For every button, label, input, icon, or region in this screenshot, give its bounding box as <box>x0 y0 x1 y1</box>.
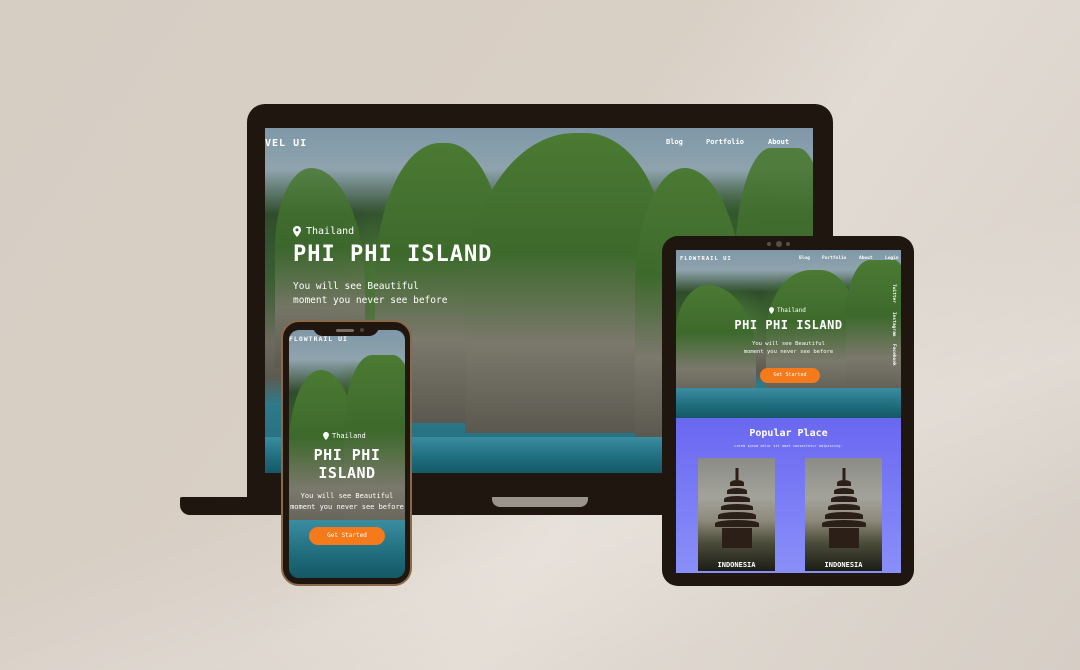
place-card[interactable]: INDONESIA <box>805 458 882 571</box>
hero-title: PHI PHI ISLAND <box>734 318 843 332</box>
pagoda-image <box>830 496 857 502</box>
map-pin-icon <box>293 226 301 237</box>
card-label: INDONESIA <box>824 561 863 569</box>
location-label: Thailand <box>777 307 806 314</box>
hero-subtitle-line1: You will see Beautiful <box>752 341 825 347</box>
pagoda-image <box>726 488 747 494</box>
hero-subtitle-line2: moment you never see before <box>743 349 834 355</box>
camera-icon <box>360 328 364 332</box>
pagoda-image <box>714 520 759 527</box>
pagoda-image <box>842 468 845 480</box>
nav-about[interactable]: About <box>859 256 873 261</box>
brand-logo[interactable]: VEL UI <box>265 138 307 149</box>
map-pin-icon <box>769 307 774 314</box>
tablet-hero: FLOWTRAIL UI Blog Portfolio About Login … <box>676 250 901 418</box>
pagoda-image <box>821 520 866 527</box>
pagoda-image <box>721 528 752 548</box>
nav-portfolio[interactable]: Portfolio <box>822 256 846 261</box>
pagoda-image <box>828 528 859 548</box>
brand-logo[interactable]: FLOWTRAIL UI <box>680 256 732 262</box>
location: Thailand <box>293 226 354 237</box>
card-label: INDONESIA <box>717 561 756 569</box>
hero-subtitle-line1: You will see Beautiful <box>300 492 394 500</box>
camera-icon <box>776 241 782 247</box>
hero-subtitle-line2: moment you never see before <box>290 503 404 511</box>
pagoda-image <box>836 480 851 486</box>
section-title: Popular Place <box>749 428 828 439</box>
social-twitter[interactable]: Twitter <box>891 284 896 303</box>
pagoda-image <box>729 480 744 486</box>
laptop-notch <box>492 497 588 507</box>
speaker-icon <box>336 329 354 332</box>
nav-about[interactable]: About <box>768 138 789 146</box>
nav-login[interactable]: Login <box>885 256 899 261</box>
nav-portfolio[interactable]: Portfolio <box>706 138 744 146</box>
pagoda-image <box>723 496 750 502</box>
pagoda-image <box>735 468 738 480</box>
popular-section: Popular Place Lorem ipsum dolor sit amet… <box>676 418 901 573</box>
brand-logo[interactable]: FLOWTRAIL UI <box>289 335 348 343</box>
map-pin-icon <box>323 432 329 440</box>
hero-title-line1: PHI PHI <box>313 446 381 464</box>
get-started-button[interactable]: Get Started <box>309 527 385 545</box>
phone-screen: FLOWTRAIL UI Thailand PHI PHI ISLAND You… <box>289 330 405 578</box>
nav-blog[interactable]: Blog <box>799 256 810 261</box>
tablet-screen: FLOWTRAIL UI Blog Portfolio About Login … <box>676 250 901 573</box>
section-subtitle: Lorem ipsum dolor sit amet consectetur a… <box>734 444 843 448</box>
pagoda-image <box>720 504 753 510</box>
get-started-button[interactable]: Get Started <box>760 368 820 383</box>
place-card[interactable]: INDONESIA <box>698 458 775 571</box>
nav-blog[interactable]: Blog <box>666 138 683 146</box>
hero-title: PHI PHI ISLAND <box>293 242 493 267</box>
water-image <box>676 388 901 418</box>
pagoda-image <box>717 512 756 519</box>
location-label: Thailand <box>332 432 366 440</box>
camera-icon <box>786 242 790 246</box>
location: Thailand <box>323 432 366 440</box>
hero-subtitle-line2: moment you never see before <box>293 295 448 306</box>
location: Thailand <box>769 307 806 314</box>
pagoda-image <box>827 504 860 510</box>
pagoda-image <box>824 512 863 519</box>
camera-icon <box>767 242 771 246</box>
location-label: Thailand <box>306 226 355 237</box>
hero-subtitle-line1: You will see Beautiful <box>293 281 419 292</box>
hero-title-line2: ISLAND <box>318 464 376 482</box>
pagoda-image <box>833 488 854 494</box>
